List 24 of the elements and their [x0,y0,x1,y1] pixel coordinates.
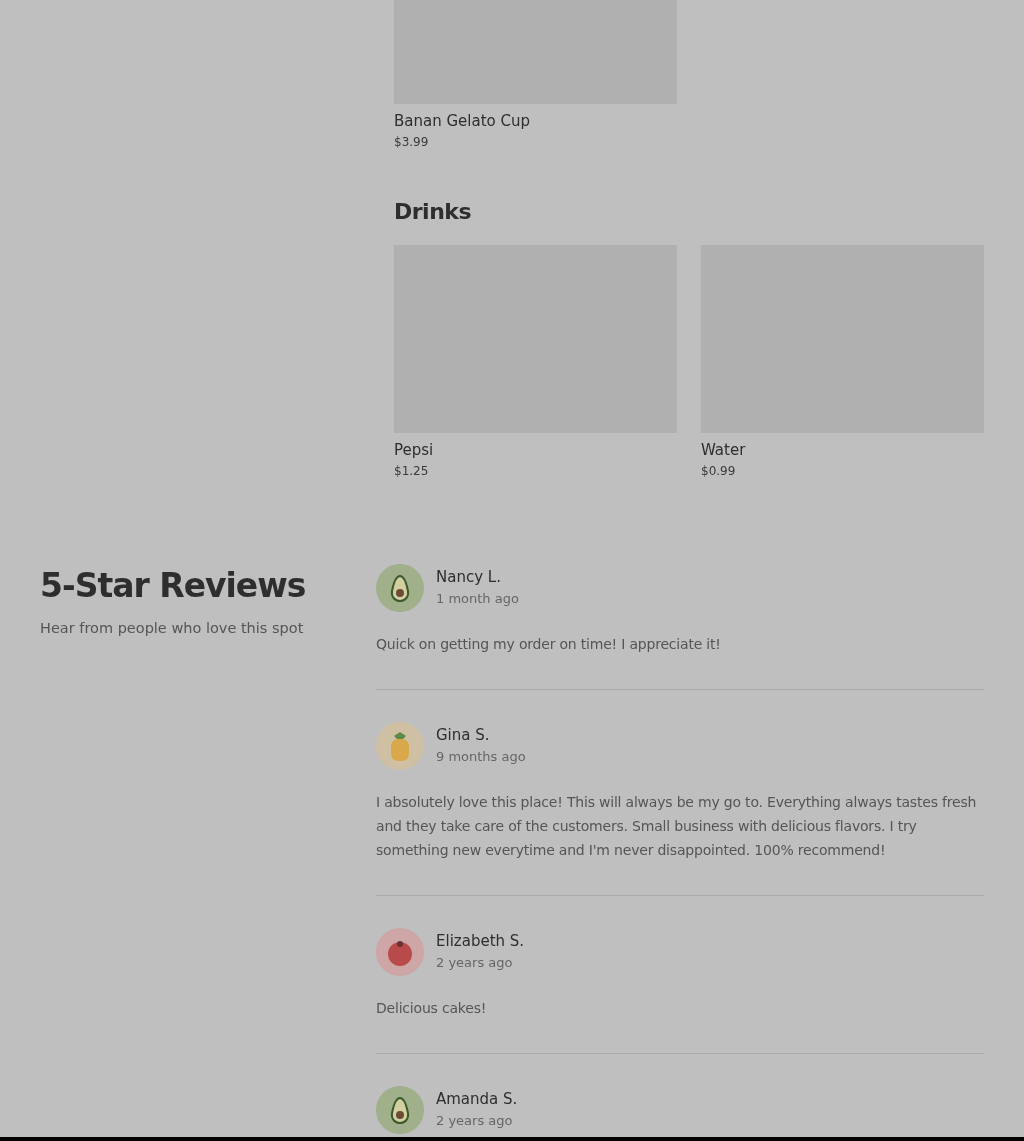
item-name[interactable]: Banan Gelato Cup [394,109,530,133]
item-price: $3.99 [394,134,429,151]
tomato-icon [376,928,424,976]
reviews-title: 5-Star Reviews [40,565,306,607]
item-price: $0.99 [701,463,736,480]
review-text: I absolutely love this place! This will always be my go to. Everything always tastes fresh and they take care of the customers. Small business with delicious flavors. I try something new everytime and I'm never disappointed. 100% recommend! [376,793,978,860]
review-date: 9 months ago [436,748,526,766]
reviewer-name: Elizabeth S. [436,931,525,952]
review-date: 2 years ago [436,1112,513,1130]
review-date: 1 month ago [436,590,519,608]
pineapple-icon [376,722,424,770]
review-text: Delicious cakes! [376,999,488,1018]
review-date: 2 years ago [436,954,513,972]
item-name[interactable]: Water [701,438,746,462]
reviewer-name: Amanda S. [436,1089,518,1110]
review-text: Quick on getting my order on time! I appreciate it! [376,635,722,654]
reviewer-name: Gina S. [436,725,490,746]
reviewer-name: Nancy L. [436,567,501,588]
section-heading: Drinks [394,198,472,226]
avocado-icon [376,564,424,612]
avocado-icon [376,1086,424,1134]
item-name[interactable]: Pepsi [394,438,434,462]
reviews-subtitle: Hear from people who love this spot [40,620,304,636]
item-price: $1.25 [394,463,429,480]
